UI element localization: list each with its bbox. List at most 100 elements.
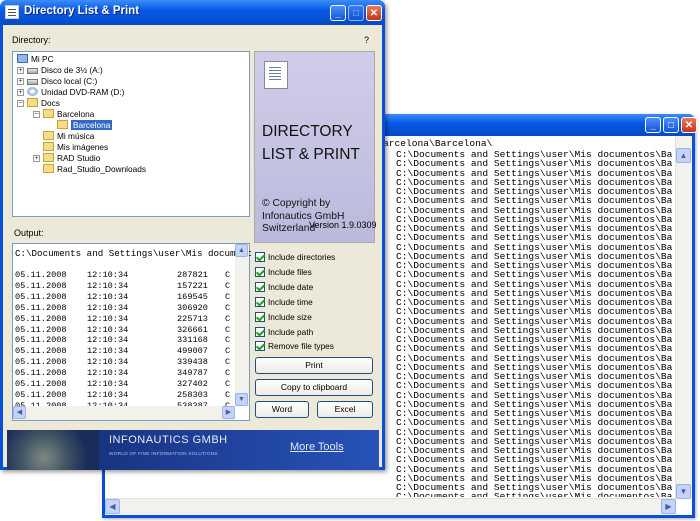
- output-time: 12:10:34: [87, 346, 129, 357]
- folder-icon: [43, 131, 54, 140]
- expand-icon[interactable]: +: [33, 155, 40, 162]
- output-label: Output:: [14, 228, 44, 238]
- minimize-icon[interactable]: _: [645, 117, 661, 133]
- folder-icon: [43, 153, 54, 162]
- output-size: 327402: [177, 379, 208, 390]
- remove-file-types-checkbox[interactable]: Remove file types: [255, 340, 334, 352]
- tree-item-mis-imagenes[interactable]: Mis imágenes: [43, 142, 108, 153]
- output-row: 05.11.2008 12:10:34 306920 C: [15, 303, 230, 314]
- output-size: 157221: [177, 280, 208, 291]
- output-row: 05.11.2008 12:10:34 225713 C: [15, 314, 230, 325]
- directory-tree[interactable]: Mi PC + Disco de 3½ (A:) + Disco local (…: [12, 51, 250, 217]
- output-size: 169545: [177, 291, 208, 302]
- scroll-right-icon[interactable]: ▶: [222, 406, 235, 419]
- include-path-checkbox[interactable]: Include path: [255, 326, 313, 338]
- output-row: 05.11.2008 12:10:34 499007 C: [15, 346, 230, 357]
- output-size: 306920: [177, 302, 208, 313]
- include-directories-checkbox[interactable]: Include directories: [255, 251, 335, 263]
- tree-item-docs[interactable]: Docs: [27, 98, 60, 109]
- output-date: 05.11.2008: [15, 302, 67, 313]
- minimize-icon[interactable]: _: [330, 5, 346, 21]
- horizontal-scrollbar[interactable]: ◀ ▶: [105, 498, 676, 515]
- output-date: 05.11.2008: [15, 379, 67, 390]
- product-logo: DIRECTORY LIST & PRINT © Copyright by In…: [254, 51, 375, 243]
- scroll-left-icon[interactable]: ◀: [13, 406, 26, 419]
- folder-icon: [43, 164, 54, 173]
- output-p: C: [225, 368, 231, 379]
- window-titlebar[interactable]: Directory List & Print _ □ ✕: [0, 0, 385, 25]
- folder-icon: [43, 109, 54, 118]
- output-time: 12:10:34: [87, 270, 129, 280]
- output-size: 258303: [177, 389, 208, 400]
- tree-item-rad-studio[interactable]: RAD Studio: [43, 153, 100, 164]
- output-p: C: [225, 313, 231, 324]
- output-time: 12:10:34: [87, 389, 129, 400]
- result-path-header: arcelona\Barcelona\: [383, 138, 493, 149]
- output-horizontal-scrollbar[interactable]: ◀ ▶: [13, 406, 235, 420]
- output-size: 287821: [177, 270, 208, 280]
- scroll-up-icon[interactable]: ▲: [235, 244, 248, 257]
- scroll-up-icon[interactable]: ▲: [676, 148, 691, 163]
- tree-item-disk-c[interactable]: Disco local (C:): [27, 76, 97, 87]
- expand-icon[interactable]: +: [17, 89, 24, 96]
- output-date: 05.11.2008: [15, 280, 67, 291]
- tree-item-barcelona-selected[interactable]: Barcelona: [57, 120, 113, 131]
- company-tagline: WORLD OF FINE INFORMATION SOLUTIONS: [109, 452, 218, 457]
- copy-to-clipboard-button[interactable]: Copy to clipboard: [255, 379, 373, 396]
- include-time-checkbox[interactable]: Include time: [255, 296, 313, 308]
- help-button[interactable]: ?: [364, 35, 369, 45]
- tree-item-barcelona[interactable]: Barcelona: [43, 109, 94, 120]
- word-button[interactable]: Word: [255, 401, 309, 418]
- directory-label: Directory:: [12, 35, 51, 45]
- output-date: 05.11.2008: [15, 346, 67, 357]
- tree-item-mi-pc[interactable]: Mi PC: [17, 54, 54, 65]
- hard-drive-icon: [27, 79, 38, 85]
- output-p: C: [225, 335, 231, 346]
- tree-item-floppy[interactable]: Disco de 3½ (A:): [27, 65, 103, 76]
- window-title: Directory List & Print: [24, 5, 140, 17]
- scroll-right-icon[interactable]: ▶: [661, 499, 676, 514]
- include-size-checkbox[interactable]: Include size: [255, 311, 312, 323]
- output-row: 05.11.2008 12:10:34 331168 C: [15, 335, 230, 346]
- excel-button[interactable]: Excel: [317, 401, 373, 418]
- output-size: 331168: [177, 335, 208, 346]
- output-time: 12:10:34: [87, 313, 129, 324]
- output-time: 12:10:34: [87, 379, 129, 390]
- vertical-scrollbar[interactable]: ▲ ▼: [675, 136, 692, 499]
- maximize-icon[interactable]: □: [663, 117, 679, 133]
- tree-item-rad-downloads[interactable]: Rad_Studio_Downloads: [43, 164, 146, 175]
- close-icon[interactable]: ✕: [366, 5, 382, 21]
- more-tools-link[interactable]: More Tools: [290, 441, 344, 453]
- result-row: C:\Documents and Settings\user\Mis docum…: [110, 492, 674, 497]
- include-date-checkbox[interactable]: Include date: [255, 281, 313, 293]
- close-icon[interactable]: ✕: [681, 117, 697, 133]
- expand-icon[interactable]: +: [17, 78, 24, 85]
- output-p: C: [225, 291, 231, 302]
- output-row: 05.11.2008 12:10:34 258303 C: [15, 390, 230, 401]
- output-text-area[interactable]: C:\Documents and Settings\user\Mis docum…: [12, 243, 252, 421]
- output-size: 339438: [177, 357, 208, 368]
- expand-icon[interactable]: +: [17, 67, 24, 74]
- scroll-down-icon[interactable]: ▼: [235, 393, 248, 406]
- output-p: C: [225, 280, 231, 291]
- output-p: C: [225, 357, 231, 368]
- include-files-checkbox[interactable]: Include files: [255, 266, 312, 278]
- maximize-icon[interactable]: □: [348, 5, 364, 21]
- directory-list-print-window[interactable]: Directory List & Print _ □ ✕ Directory: …: [0, 0, 385, 470]
- collapse-icon[interactable]: −: [33, 111, 40, 118]
- scroll-down-icon[interactable]: ▼: [676, 484, 691, 499]
- output-time: 12:10:34: [87, 324, 129, 335]
- output-date: 05.11.2008: [15, 368, 67, 379]
- output-vertical-scrollbar[interactable]: ▲ ▼: [235, 244, 249, 406]
- scroll-left-icon[interactable]: ◀: [105, 499, 120, 514]
- output-row: 05.11.2008 12:10:34 327402 C: [15, 379, 230, 390]
- folder-icon: [43, 142, 54, 151]
- output-p: C: [225, 324, 231, 335]
- app-icon: [5, 5, 19, 19]
- collapse-icon[interactable]: −: [17, 100, 24, 107]
- tree-item-mi-musica[interactable]: Mi música: [43, 131, 94, 142]
- dvd-drive-icon: [27, 87, 38, 96]
- print-button[interactable]: Print: [255, 357, 373, 374]
- tree-item-dvd[interactable]: Unidad DVD-RAM (D:): [27, 87, 124, 98]
- infonautics-banner: INFONAUTICS GMBH WORLD OF FINE INFORMATI…: [7, 430, 379, 470]
